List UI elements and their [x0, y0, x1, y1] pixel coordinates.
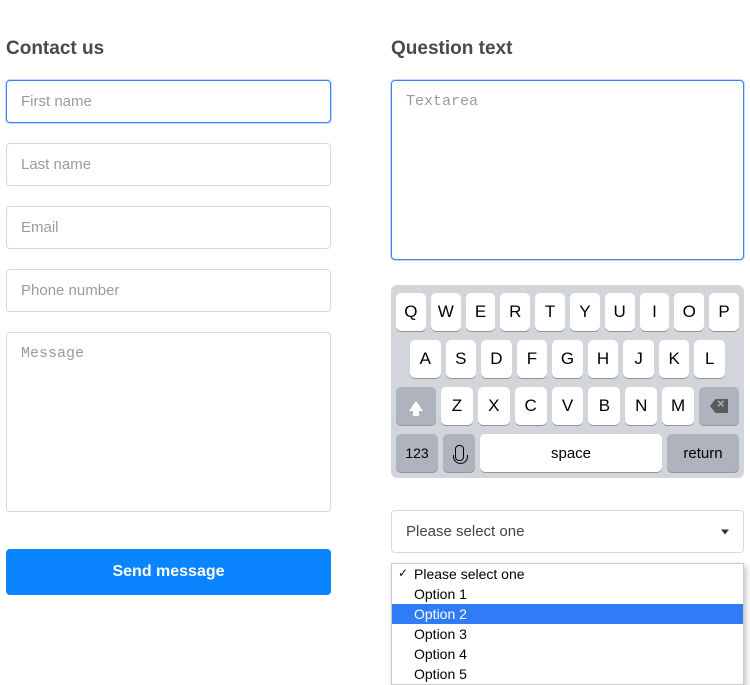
keyboard-row-1: QWERTYUIOP [396, 293, 739, 331]
key-q[interactable]: Q [396, 293, 426, 331]
caret-down-icon [721, 529, 729, 534]
key-s[interactable]: S [446, 340, 477, 378]
select-option[interactable]: Option 4 [392, 644, 743, 664]
key-x[interactable]: X [478, 387, 510, 425]
on-screen-keyboard: QWERTYUIOP ASDFGHJKL ZXCVBNM 123 space r… [391, 285, 744, 478]
numbers-key[interactable]: 123 [396, 434, 438, 472]
key-r[interactable]: R [500, 293, 530, 331]
select-option[interactable]: Option 3 [392, 624, 743, 644]
contact-form: Contact us Send message [6, 6, 331, 685]
send-message-button[interactable]: Send message [6, 549, 331, 595]
key-t[interactable]: T [535, 293, 565, 331]
first-name-input[interactable] [6, 80, 331, 123]
shift-icon [409, 401, 423, 411]
keyboard-row-3: ZXCVBNM [396, 387, 739, 425]
key-m[interactable]: M [662, 387, 694, 425]
question-heading: Question text [391, 38, 744, 60]
key-d[interactable]: D [481, 340, 512, 378]
space-key[interactable]: space [480, 434, 662, 472]
key-v[interactable]: V [552, 387, 584, 425]
mic-icon [455, 445, 464, 461]
phone-input[interactable] [6, 269, 331, 312]
key-g[interactable]: G [552, 340, 583, 378]
key-b[interactable]: B [588, 387, 620, 425]
select-option[interactable]: Option 2 [392, 604, 743, 624]
key-a[interactable]: A [410, 340, 441, 378]
question-textarea[interactable] [391, 80, 744, 260]
select-option[interactable]: Option 5 [392, 664, 743, 684]
key-h[interactable]: H [588, 340, 619, 378]
select-option[interactable]: Option 1 [392, 584, 743, 604]
select-value: Please select one [406, 523, 524, 540]
key-j[interactable]: J [623, 340, 654, 378]
key-c[interactable]: C [515, 387, 547, 425]
key-y[interactable]: Y [570, 293, 600, 331]
last-name-input[interactable] [6, 143, 331, 186]
select-option[interactable]: Please select one [392, 564, 743, 584]
keyboard-row-2: ASDFGHJKL [396, 340, 739, 378]
keyboard-row-4: 123 space return [396, 434, 739, 472]
key-e[interactable]: E [466, 293, 496, 331]
shift-key[interactable] [396, 387, 436, 425]
key-o[interactable]: O [674, 293, 704, 331]
key-z[interactable]: Z [441, 387, 473, 425]
select-dropdown[interactable]: Please select one [391, 510, 744, 553]
backspace-icon [710, 399, 728, 413]
question-panel: Question text QWERTYUIOP ASDFGHJKL ZXCVB… [391, 6, 744, 685]
return-key[interactable]: return [667, 434, 739, 472]
key-n[interactable]: N [625, 387, 657, 425]
contact-heading: Contact us [6, 38, 331, 60]
backspace-key[interactable] [699, 387, 739, 425]
key-p[interactable]: P [709, 293, 739, 331]
key-l[interactable]: L [694, 340, 725, 378]
key-k[interactable]: K [659, 340, 690, 378]
email-input[interactable] [6, 206, 331, 249]
select-options-list: Please select oneOption 1Option 2Option … [391, 563, 744, 685]
key-u[interactable]: U [605, 293, 635, 331]
message-textarea[interactable] [6, 332, 331, 512]
key-i[interactable]: I [640, 293, 670, 331]
key-w[interactable]: W [431, 293, 461, 331]
key-f[interactable]: F [517, 340, 548, 378]
mic-key[interactable] [443, 434, 475, 472]
